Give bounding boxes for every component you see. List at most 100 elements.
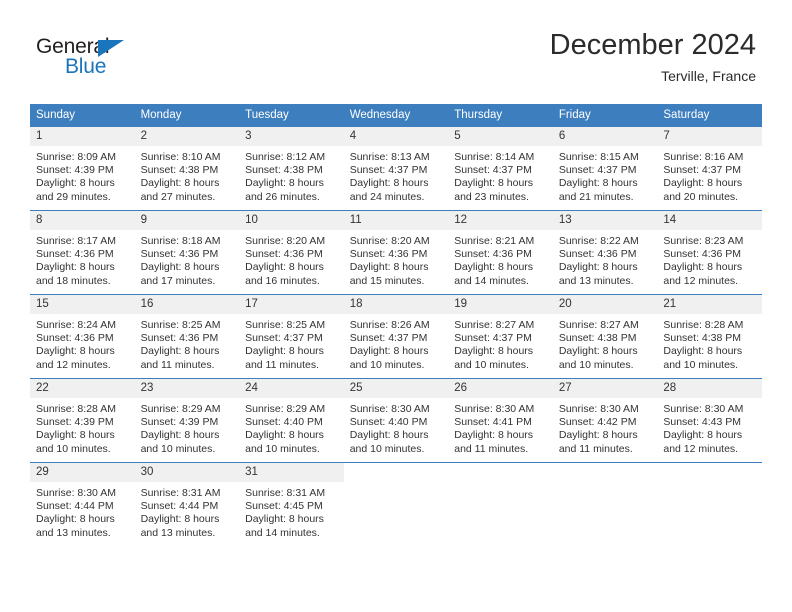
day-number xyxy=(657,463,762,482)
day-number: 13 xyxy=(552,211,658,230)
calendar-day-cell[interactable]: 1 Sunrise: 8:09 AM Sunset: 4:39 PM Daylight… xyxy=(30,126,135,210)
calendar-header-row: Sunday Monday Tuesday Wednesday Thursday… xyxy=(30,104,762,126)
daylight-text-line1: Daylight: 8 hours xyxy=(349,429,429,442)
sunrise-text: Sunrise: 8:27 AM xyxy=(558,319,639,331)
day-number: 6 xyxy=(552,127,658,146)
day-details: Sunrise: 8:21 AM Sunset: 4:36 PM Daylight:… xyxy=(448,230,553,288)
calendar-day-cell[interactable]: 18 Sunrise: 8:26 AM Sunset: 4:37 PM Dayligh… xyxy=(343,294,449,378)
daylight-text-line2: and 27 minutes. xyxy=(140,190,216,203)
day-details: Sunrise: 8:16 AM Sunset: 4:37 PM Daylight:… xyxy=(657,146,762,204)
sunrise-text: Sunrise: 8:15 AM xyxy=(558,151,639,163)
day-details: Sunrise: 8:30 AM Sunset: 4:43 PM Daylight:… xyxy=(657,398,762,456)
weekday-header-monday: Monday xyxy=(134,104,240,126)
day-number: 24 xyxy=(239,379,344,398)
calendar-day-cell[interactable]: 13 Sunrise: 8:22 AM Sunset: 4:36 PM Dayligh… xyxy=(552,210,658,294)
calendar-day-cell[interactable]: 29 Sunrise: 8:30 AM Sunset: 4:44 PM Dayligh… xyxy=(30,462,135,546)
calendar-day-cell[interactable]: 19 Sunrise: 8:27 AM Sunset: 4:37 PM Dayligh… xyxy=(448,294,553,378)
calendar-day-cell[interactable]: 7 Sunrise: 8:16 AM Sunset: 4:37 PM Daylight… xyxy=(657,126,762,210)
day-number: 11 xyxy=(343,211,449,230)
calendar-page: General Blue December 2024 Terville, Fra… xyxy=(0,0,792,612)
daylight-text-line1: Daylight: 8 hours xyxy=(349,177,429,190)
calendar-day-cell[interactable]: 10 Sunrise: 8:20 AM Sunset: 4:36 PM Dayligh… xyxy=(239,210,344,294)
day-details: Sunrise: 8:25 AM Sunset: 4:37 PM Daylight:… xyxy=(239,314,344,372)
day-number: 14 xyxy=(657,211,762,230)
calendar-day-cell[interactable]: 8 Sunrise: 8:17 AM Sunset: 4:36 PM Daylight… xyxy=(30,210,135,294)
calendar-day-cell[interactable]: 3 Sunrise: 8:12 AM Sunset: 4:38 PM Daylight… xyxy=(239,126,344,210)
calendar-day-cell[interactable]: 28 Sunrise: 8:30 AM Sunset: 4:43 PM Dayligh… xyxy=(657,378,762,462)
page-header: General Blue December 2024 Terville, Fra… xyxy=(0,0,792,100)
sunrise-text: Sunrise: 8:16 AM xyxy=(663,151,744,163)
calendar-day-cell[interactable]: 31 Sunrise: 8:31 AM Sunset: 4:45 PM Dayligh… xyxy=(239,462,344,546)
daylight-text-line2: and 11 minutes. xyxy=(245,358,320,371)
calendar-day-cell[interactable]: 12 Sunrise: 8:21 AM Sunset: 4:36 PM Dayligh… xyxy=(448,210,553,294)
day-details: Sunrise: 8:20 AM Sunset: 4:36 PM Daylight:… xyxy=(239,230,344,288)
day-details: Sunrise: 8:30 AM Sunset: 4:42 PM Daylight:… xyxy=(553,398,658,456)
sunset-text: Sunset: 4:39 PM xyxy=(36,164,114,177)
sunrise-text: Sunrise: 8:28 AM xyxy=(663,319,744,331)
day-number: 20 xyxy=(552,295,658,314)
sunrise-text: Sunrise: 8:22 AM xyxy=(558,235,639,247)
day-number: 5 xyxy=(448,127,553,146)
calendar-body: 1 Sunrise: 8:09 AM Sunset: 4:39 PM Daylight… xyxy=(30,126,762,546)
calendar-week-row: 8 Sunrise: 8:17 AM Sunset: 4:36 PM Daylight… xyxy=(30,210,762,294)
day-details: Sunrise: 8:31 AM Sunset: 4:44 PM Daylight:… xyxy=(135,482,240,540)
day-number xyxy=(344,463,449,482)
sunrise-text: Sunrise: 8:20 AM xyxy=(245,235,326,247)
daylight-text-line1: Daylight: 8 hours xyxy=(454,429,534,442)
sunrise-text: Sunrise: 8:24 AM xyxy=(36,319,116,331)
calendar-day-cell[interactable]: 30 Sunrise: 8:31 AM Sunset: 4:44 PM Dayligh… xyxy=(134,462,240,546)
calendar-day-cell[interactable]: 16 Sunrise: 8:25 AM Sunset: 4:36 PM Dayligh… xyxy=(134,294,240,378)
sunrise-text: Sunrise: 8:30 AM xyxy=(454,403,535,415)
sunset-text: Sunset: 4:38 PM xyxy=(140,164,219,177)
daylight-text-line2: and 14 minutes. xyxy=(245,526,320,539)
calendar-day-cell[interactable]: 25 Sunrise: 8:30 AM Sunset: 4:40 PM Dayligh… xyxy=(343,378,449,462)
day-number: 16 xyxy=(134,295,240,314)
daylight-text-line1: Daylight: 8 hours xyxy=(36,345,115,358)
day-number: 28 xyxy=(657,379,762,398)
calendar-day-cell[interactable]: 27 Sunrise: 8:30 AM Sunset: 4:42 PM Dayligh… xyxy=(552,378,658,462)
calendar-day-cell[interactable]: 4 Sunrise: 8:13 AM Sunset: 4:37 PM Daylight… xyxy=(343,126,449,210)
calendar-day-cell[interactable]: 5 Sunrise: 8:14 AM Sunset: 4:37 PM Daylight… xyxy=(448,126,553,210)
sunrise-text: Sunrise: 8:30 AM xyxy=(558,403,639,415)
day-details: Sunrise: 8:27 AM Sunset: 4:38 PM Daylight:… xyxy=(553,314,658,372)
daylight-text-line1: Daylight: 8 hours xyxy=(36,261,115,274)
day-number: 27 xyxy=(552,379,658,398)
calendar-day-cell[interactable]: 24 Sunrise: 8:29 AM Sunset: 4:40 PM Dayligh… xyxy=(239,378,344,462)
calendar-day-cell[interactable]: 17 Sunrise: 8:25 AM Sunset: 4:37 PM Dayligh… xyxy=(239,294,344,378)
day-details: Sunrise: 8:26 AM Sunset: 4:37 PM Daylight:… xyxy=(344,314,449,372)
weekday-header-thursday: Thursday xyxy=(448,104,553,126)
daylight-text-line1: Daylight: 8 hours xyxy=(349,345,429,358)
daylight-text-line1: Daylight: 8 hours xyxy=(36,513,115,526)
daylight-text-line2: and 13 minutes. xyxy=(558,274,634,287)
calendar-day-cell[interactable]: 26 Sunrise: 8:30 AM Sunset: 4:41 PM Dayligh… xyxy=(448,378,553,462)
calendar-day-cell[interactable]: 21 Sunrise: 8:28 AM Sunset: 4:38 PM Dayligh… xyxy=(657,294,762,378)
sunset-text: Sunset: 4:36 PM xyxy=(558,248,637,261)
sunrise-text: Sunrise: 8:31 AM xyxy=(245,487,326,499)
day-number: 18 xyxy=(343,295,449,314)
calendar-day-cell[interactable]: 9 Sunrise: 8:18 AM Sunset: 4:36 PM Daylight… xyxy=(134,210,240,294)
day-number: 7 xyxy=(657,127,762,146)
day-details: Sunrise: 8:24 AM Sunset: 4:36 PM Daylight:… xyxy=(30,314,135,372)
day-number: 22 xyxy=(30,379,135,398)
day-number: 30 xyxy=(134,463,240,482)
sunrise-text: Sunrise: 8:21 AM xyxy=(454,235,535,247)
calendar-day-cell[interactable]: 14 Sunrise: 8:23 AM Sunset: 4:36 PM Dayligh… xyxy=(657,210,762,294)
calendar-day-cell[interactable]: 20 Sunrise: 8:27 AM Sunset: 4:38 PM Dayligh… xyxy=(552,294,658,378)
calendar-day-cell[interactable]: 15 Sunrise: 8:24 AM Sunset: 4:36 PM Dayligh… xyxy=(30,294,135,378)
calendar-day-cell[interactable]: 22 Sunrise: 8:28 AM Sunset: 4:39 PM Dayligh… xyxy=(30,378,135,462)
calendar-grid: Sunday Monday Tuesday Wednesday Thursday… xyxy=(30,104,762,546)
sunrise-text: Sunrise: 8:31 AM xyxy=(140,487,221,499)
calendar-day-cell[interactable]: 2 Sunrise: 8:10 AM Sunset: 4:38 PM Daylight… xyxy=(134,126,240,210)
calendar-day-cell[interactable]: 6 Sunrise: 8:15 AM Sunset: 4:37 PM Daylight… xyxy=(552,126,658,210)
calendar-day-cell[interactable]: 23 Sunrise: 8:29 AM Sunset: 4:39 PM Dayligh… xyxy=(134,378,240,462)
general-blue-logo[interactable]: General Blue xyxy=(36,36,196,88)
day-details: Sunrise: 8:29 AM Sunset: 4:40 PM Daylight:… xyxy=(239,398,344,456)
day-number: 29 xyxy=(30,463,135,482)
day-details: Sunrise: 8:30 AM Sunset: 4:44 PM Daylight:… xyxy=(30,482,135,540)
daylight-text-line1: Daylight: 8 hours xyxy=(245,177,324,190)
calendar-day-cell[interactable]: 11 Sunrise: 8:20 AM Sunset: 4:36 PM Dayligh… xyxy=(343,210,449,294)
daylight-text-line1: Daylight: 8 hours xyxy=(245,261,324,274)
sunset-text: Sunset: 4:36 PM xyxy=(140,332,219,345)
daylight-text-line2: and 20 minutes. xyxy=(663,190,739,203)
daylight-text-line1: Daylight: 8 hours xyxy=(663,261,743,274)
